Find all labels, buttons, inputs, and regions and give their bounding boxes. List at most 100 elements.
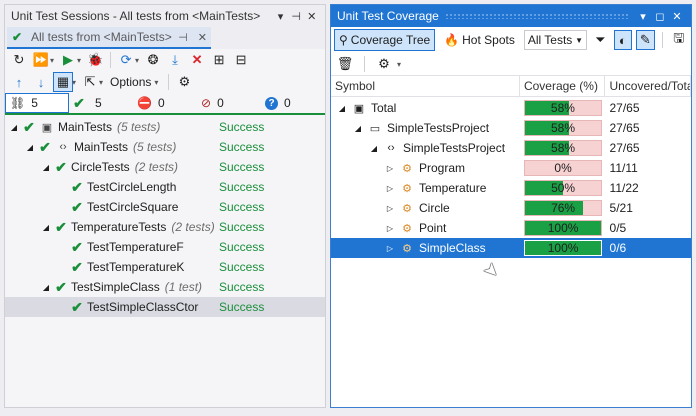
options-label: Options: [110, 75, 152, 89]
refresh-icon[interactable]: ↻: [9, 50, 29, 70]
tree-item-label: TemperatureTests: [71, 220, 167, 234]
chevron-down-icon[interactable]: ▾: [72, 78, 76, 87]
uncovered-total: 11/22: [609, 181, 639, 195]
close-icon[interactable]: ✕: [304, 8, 319, 24]
coverage-row-selected[interactable]: ▷ ⚙ SimpleClass 100% 0/6: [331, 238, 691, 258]
divider: [110, 52, 112, 68]
count-unknown[interactable]: ? 0: [261, 93, 325, 113]
chevron-down-icon[interactable]: ▾: [77, 56, 81, 65]
tab-close-icon[interactable]: ✕: [198, 31, 207, 44]
chevron-down-icon[interactable]: ▾: [135, 56, 139, 65]
chevron-down-icon[interactable]: ▾: [50, 56, 54, 65]
expand-all-icon[interactable]: ⊞: [209, 50, 229, 70]
uncovered-total: 11/11: [609, 161, 638, 175]
divider: [168, 74, 170, 90]
tree-row[interactable]: ✔ TestCircleSquare Success: [5, 197, 325, 217]
delete-icon[interactable]: 🗑: [335, 54, 355, 74]
chevron-down-icon: ▼: [575, 35, 584, 45]
coverage-highlight-icon[interactable]: ✎: [636, 30, 655, 50]
options-button[interactable]: Options ▾: [107, 75, 163, 89]
arrow-down-icon[interactable]: ↓: [31, 72, 51, 92]
expanded-icon[interactable]: ◢: [25, 143, 35, 152]
column-symbol[interactable]: Symbol: [331, 75, 520, 97]
count-ignored[interactable]: ⊘ 0: [197, 93, 261, 113]
tree-row[interactable]: ✔ TestTemperatureF Success: [5, 237, 325, 257]
window-position-icon[interactable]: ▾: [273, 8, 288, 24]
tree-row[interactable]: ◢ ✔ ▣ MainTests (5 tests) Success: [5, 117, 325, 137]
tree-row[interactable]: ◢ ✔ TemperatureTests (2 tests) Success: [5, 217, 325, 237]
expanded-icon[interactable]: ◢: [41, 223, 51, 232]
group-by-icon[interactable]: ▦: [53, 72, 73, 92]
tree-row[interactable]: ✔ TestTemperatureK Success: [5, 257, 325, 277]
expanded-icon[interactable]: ◢: [41, 163, 51, 172]
chevron-down-icon[interactable]: ▾: [397, 60, 401, 69]
coverage-row[interactable]: ◢ ‹› SimpleTestsProject 58% 27/65: [331, 138, 691, 158]
run-all-icon[interactable]: ⏩: [31, 50, 51, 70]
column-coverage[interactable]: Coverage (%): [520, 75, 606, 97]
coverage-tree-button[interactable]: ⚲ Coverage Tree: [334, 29, 436, 51]
status-text: Success: [219, 120, 265, 134]
hot-spots-button[interactable]: 🔥 Hot Spots: [439, 29, 520, 51]
count-total[interactable]: ⛓ 5: [5, 93, 69, 113]
expanded-icon[interactable]: ◢: [337, 104, 347, 113]
collapse-all-icon[interactable]: ⊟: [231, 50, 251, 70]
count-passed[interactable]: ✔ 5: [69, 93, 133, 113]
collapsed-icon[interactable]: ▷: [385, 164, 395, 173]
expanded-icon[interactable]: ◢: [353, 124, 363, 133]
maximize-icon[interactable]: ◻: [652, 8, 668, 24]
expanded-icon[interactable]: ◢: [9, 123, 19, 132]
highlight-icon[interactable]: ◐: [613, 30, 633, 50]
coverage-row[interactable]: ▷ ⚙ Circle 76% 5/21: [331, 198, 691, 218]
coverage-row[interactable]: ▷ ⚙ Program 0% 11/11: [331, 158, 691, 178]
count-failed[interactable]: ⛔ 0: [133, 93, 197, 113]
export-icon[interactable]: ⇱: [80, 72, 100, 92]
download-icon[interactable]: ⤓: [165, 50, 185, 70]
coverage-row[interactable]: ◢ ▣ Total 58% 27/65: [331, 98, 691, 118]
tree-row-selected[interactable]: ✔ TestSimpleClassCtor Success: [5, 297, 325, 317]
tab-pin-icon[interactable]: ⊣: [178, 31, 188, 44]
debug-icon[interactable]: 🐞: [85, 50, 105, 70]
collapsed-icon[interactable]: ▷: [385, 244, 395, 253]
coverage-grid-header: Symbol Coverage (%) Uncovered/Tota: [331, 75, 691, 97]
arrow-up-icon[interactable]: ↑: [9, 72, 29, 92]
project-icon: ▣: [41, 121, 53, 134]
check-icon: ✔: [55, 158, 67, 175]
tree-row[interactable]: ✔ TestCircleLength Success: [5, 177, 325, 197]
coverage-row[interactable]: ▷ ⚙ Temperature 50% 11/22: [331, 178, 691, 198]
expanded-icon[interactable]: ◢: [369, 144, 379, 153]
titlebar-grip[interactable]: [444, 13, 628, 19]
sessions-toolbar-1: ↻ ⏩ ▾ ▶ ▾ 🐞 ⟳ ▾ ❂ ⤓ ✕ ⊞ ⊟: [5, 49, 325, 71]
tree-row[interactable]: ◢ ✔ TestSimpleClass (1 test) Success: [5, 277, 325, 297]
collapsed-icon[interactable]: ▷: [385, 204, 395, 213]
status-text: Success: [219, 260, 265, 274]
stop-icon[interactable]: ✕: [187, 50, 207, 70]
divider: [661, 32, 663, 48]
column-uncovered[interactable]: Uncovered/Tota: [605, 75, 691, 97]
coverage-bar: 58%: [523, 120, 602, 136]
coverage-percent: 0%: [554, 161, 572, 175]
session-tabs: ✔ All tests from <MainTests> ⊣ ✕: [5, 27, 325, 49]
filter-icon[interactable]: ⏷: [591, 30, 609, 50]
settings-icon[interactable]: ⚙: [374, 54, 394, 74]
chevron-down-icon[interactable]: ▾: [99, 78, 103, 87]
run-icon[interactable]: ▶: [58, 50, 78, 70]
coverage-percent: 50%: [551, 181, 576, 195]
filter-settings-icon[interactable]: ⚙: [174, 72, 194, 92]
collapsed-icon[interactable]: ▷: [385, 184, 395, 193]
coverage-row[interactable]: ▷ ⚙ Point 100% 0/5: [331, 218, 691, 238]
window-position-icon[interactable]: ▾: [635, 8, 651, 24]
tab-all-tests[interactable]: ✔ All tests from <MainTests> ⊣ ✕: [7, 27, 211, 49]
tests-filter-dropdown[interactable]: All Tests ▼: [523, 30, 588, 50]
tree-row[interactable]: ◢ ✔ ‹› MainTests (5 tests) Success: [5, 137, 325, 157]
expanded-icon[interactable]: ◢: [41, 283, 51, 292]
class-icon: ⚙: [402, 222, 412, 235]
close-icon[interactable]: ✕: [669, 8, 685, 24]
coverage-row[interactable]: ◢ ▭ SimpleTestsProject 58% 27/65: [331, 118, 691, 138]
tree-row[interactable]: ◢ ✔ CircleTests (2 tests) Success: [5, 157, 325, 177]
symbol-label: Program: [419, 161, 466, 175]
track-icon[interactable]: ❂: [143, 50, 163, 70]
continuous-testing-icon[interactable]: ⟳: [116, 50, 136, 70]
pin-icon[interactable]: ⊣: [289, 8, 304, 24]
save-icon[interactable]: 🖫: [670, 30, 688, 50]
collapsed-icon[interactable]: ▷: [385, 224, 395, 233]
